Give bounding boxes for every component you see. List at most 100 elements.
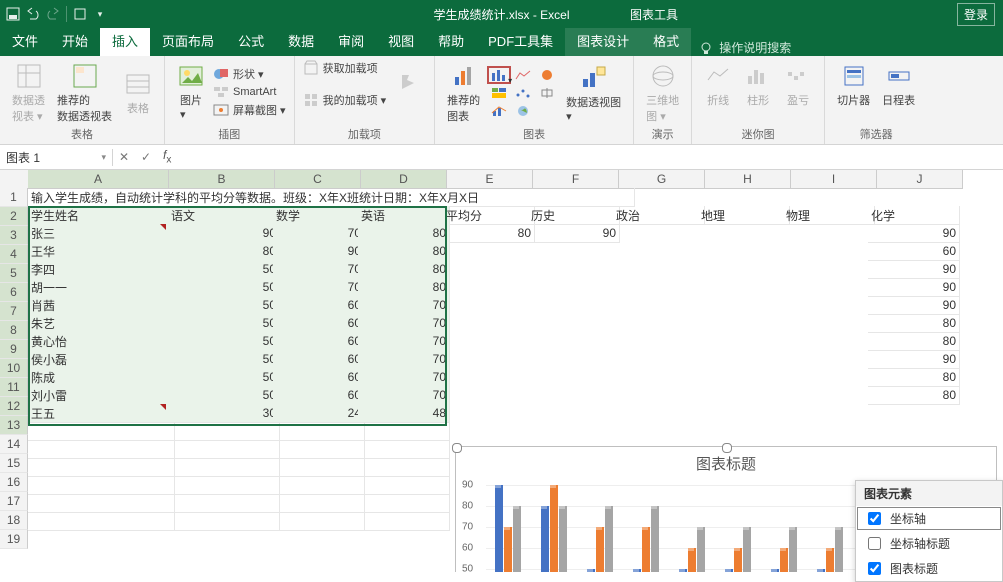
cell-B18[interactable] <box>168 494 280 513</box>
cell-A17[interactable] <box>28 476 175 495</box>
cell-B6[interactable]: 50 <box>168 278 280 297</box>
cell-J7[interactable]: 90 <box>868 296 960 315</box>
tab-home[interactable]: 开始 <box>50 25 100 56</box>
cell-B4[interactable]: 80 <box>168 242 280 261</box>
map-chart-button[interactable] <box>512 103 534 119</box>
row-header-13[interactable]: 13 <box>0 416 28 435</box>
bar[interactable] <box>817 569 823 572</box>
cell-J6[interactable]: 90 <box>868 278 960 297</box>
bar[interactable] <box>596 527 602 572</box>
cell-J8[interactable]: 80 <box>868 314 960 333</box>
cell-G2[interactable]: 政治 <box>613 206 705 225</box>
cell-C14[interactable] <box>273 422 365 441</box>
cell-D9[interactable]: 70 <box>358 332 450 351</box>
cell-B15[interactable] <box>168 440 280 459</box>
enter-formula-icon[interactable]: ✓ <box>135 150 157 164</box>
checkbox-chart-title[interactable] <box>868 562 881 575</box>
tab-review[interactable]: 审阅 <box>326 25 376 56</box>
cell-D13[interactable]: 48 <box>358 404 450 423</box>
cell-D12[interactable]: 70 <box>358 386 450 405</box>
row-header-7[interactable]: 7 <box>0 302 28 321</box>
pivot-chart-button[interactable]: 数据透视图 ▾ <box>562 62 625 125</box>
row-header-1[interactable]: 1 <box>0 188 28 207</box>
combo-chart-button[interactable] <box>488 103 510 119</box>
bar[interactable] <box>743 527 749 572</box>
cell-J10[interactable]: 90 <box>868 350 960 369</box>
cell-A10[interactable]: 侯小磊 <box>28 350 175 369</box>
select-all-button[interactable] <box>0 170 29 189</box>
sparkline-winloss-button[interactable]: 盈亏 <box>780 60 816 110</box>
bar[interactable] <box>835 527 841 572</box>
save-icon[interactable] <box>6 7 20 21</box>
login-button[interactable]: 登录 <box>957 3 995 26</box>
cell-A8[interactable]: 朱艺 <box>28 314 175 333</box>
cell-C7[interactable]: 60 <box>273 296 365 315</box>
cell-F3[interactable]: 90 <box>528 224 620 243</box>
bar[interactable] <box>789 527 795 572</box>
row-header-3[interactable]: 3 <box>0 226 28 245</box>
cell-C9[interactable]: 60 <box>273 332 365 351</box>
smartart-button[interactable]: SmartArt <box>213 84 286 100</box>
slicer-button[interactable]: 切片器 <box>833 60 874 110</box>
tab-help[interactable]: 帮助 <box>426 25 476 56</box>
touch-mode-icon[interactable] <box>73 7 87 21</box>
cell-J12[interactable]: 80 <box>868 386 960 405</box>
cell-C12[interactable]: 60 <box>273 386 365 405</box>
pivot-table-button[interactable]: 数据透 视表 ▾ <box>8 60 49 126</box>
chart-elements-flyout[interactable]: 图表元素 坐标轴 坐标轴标题 图表标题 <box>855 480 1003 582</box>
bar[interactable] <box>633 569 639 572</box>
chart-element-axes[interactable]: 坐标轴 <box>856 506 1002 531</box>
column-header-B[interactable]: B <box>169 170 275 189</box>
cell-J9[interactable]: 80 <box>868 332 960 351</box>
cell-D17[interactable] <box>358 476 450 495</box>
cell-A12[interactable]: 刘小雷 <box>28 386 175 405</box>
shapes-button[interactable]: 形状 ▾ <box>213 66 286 82</box>
bar[interactable] <box>495 485 501 572</box>
bar[interactable] <box>826 548 832 572</box>
row-header-8[interactable]: 8 <box>0 321 28 340</box>
row-header-4[interactable]: 4 <box>0 245 28 264</box>
cell-A3[interactable]: 张三 <box>28 224 175 243</box>
cell-C8[interactable]: 60 <box>273 314 365 333</box>
undo-icon[interactable] <box>26 7 40 21</box>
cell-B16[interactable] <box>168 458 280 477</box>
bar[interactable] <box>725 569 731 572</box>
cell-D3[interactable]: 80 <box>358 224 450 243</box>
timeline-button[interactable]: 日程表 <box>878 60 919 110</box>
cell-A16[interactable] <box>28 458 175 477</box>
cell-J4[interactable]: 60 <box>868 242 960 261</box>
cell-B12[interactable]: 50 <box>168 386 280 405</box>
row-header-9[interactable]: 9 <box>0 340 28 359</box>
cell-C16[interactable] <box>273 458 365 477</box>
cell-D15[interactable] <box>358 440 450 459</box>
column-header-I[interactable]: I <box>791 170 877 189</box>
cell-B8[interactable]: 50 <box>168 314 280 333</box>
table-button[interactable]: 表格 <box>120 68 156 118</box>
cell-A13[interactable]: 王五 <box>28 404 175 423</box>
checkbox-axis-titles[interactable] <box>868 537 881 550</box>
cell-C3[interactable]: 70 <box>273 224 365 243</box>
bing-button[interactable] <box>390 68 426 100</box>
bar[interactable] <box>780 548 786 572</box>
row-header-10[interactable]: 10 <box>0 359 28 378</box>
cell-C13[interactable]: 24 <box>273 404 365 423</box>
cell-B19[interactable] <box>168 512 280 531</box>
row-header-6[interactable]: 6 <box>0 283 28 302</box>
cell-B13[interactable]: 30 <box>168 404 280 423</box>
row-header-12[interactable]: 12 <box>0 397 28 416</box>
cell-D18[interactable] <box>358 494 450 513</box>
tab-formulas[interactable]: 公式 <box>226 25 276 56</box>
chart-element-axis-titles[interactable]: 坐标轴标题 <box>856 531 1002 556</box>
scatter-chart-button[interactable] <box>512 85 534 101</box>
screenshot-button[interactable]: 屏幕截图 ▾ <box>213 102 286 118</box>
checkbox-axes[interactable] <box>868 512 881 525</box>
row-header-16[interactable]: 16 <box>0 473 28 492</box>
bar[interactable] <box>771 569 777 572</box>
cell-D7[interactable]: 70 <box>358 296 450 315</box>
name-box[interactable]: 图表 1▾ <box>0 149 113 166</box>
cell-B11[interactable]: 50 <box>168 368 280 387</box>
bar[interactable] <box>734 548 740 572</box>
cell-D8[interactable]: 70 <box>358 314 450 333</box>
cell-D16[interactable] <box>358 458 450 477</box>
bar[interactable] <box>587 569 593 572</box>
